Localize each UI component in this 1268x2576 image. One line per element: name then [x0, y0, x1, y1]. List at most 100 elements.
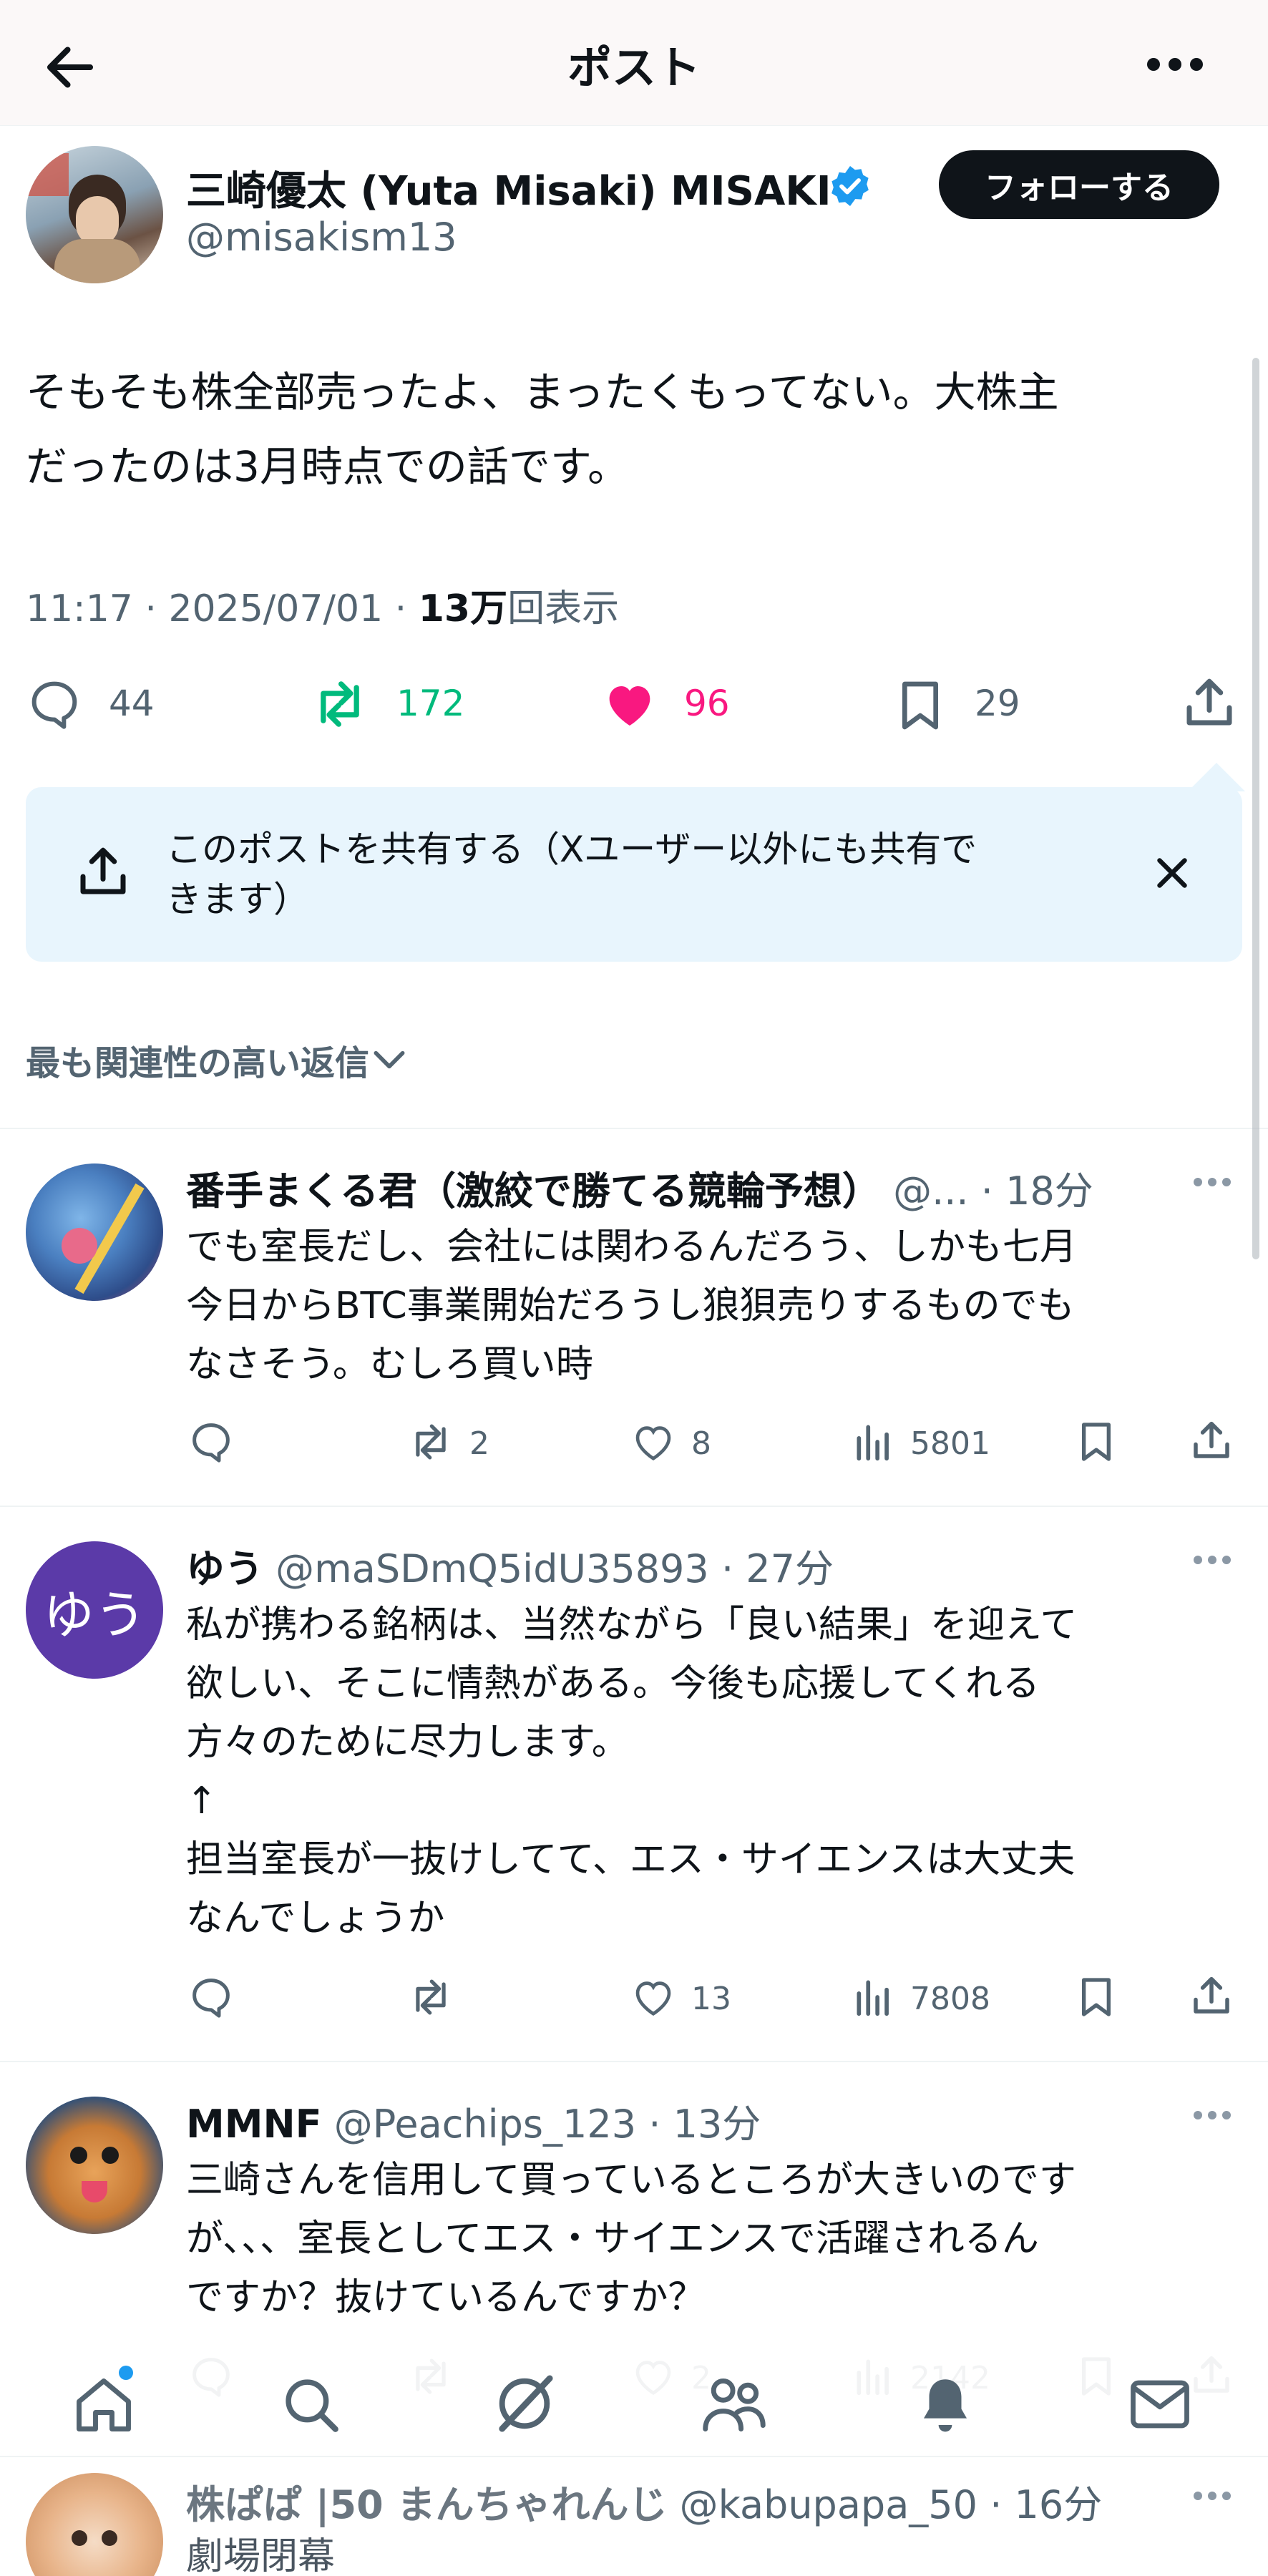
repost-count: 172: [396, 683, 465, 724]
share-prompt: このポストを共有する（Xユーザー以外にも共有で きます）: [26, 787, 1242, 962]
reply-view-count: 5801: [910, 1425, 990, 1462]
reply-text-line: が、、、室長としてエス・サイエンスで活躍されるん: [186, 2218, 1039, 2260]
reply-header: 株ぱぱ |50 まんちゃれんじ @kabupapa_50 · 16分: [186, 2473, 1102, 2529]
reply-avatar[interactable]: [26, 2473, 163, 2576]
notification-dot: [119, 2366, 133, 2380]
post-timestamp[interactable]: 11:17 · 2025/07/01 ·: [26, 587, 406, 630]
bookmark-icon[interactable]: [892, 675, 949, 736]
reply-sort-label: 最も関連性の高い返信: [26, 1043, 370, 1083]
post-meta: 11:17 · 2025/07/01 · 13万回表示: [26, 578, 619, 632]
divider: [0, 1506, 1268, 1507]
reply-author-handle[interactable]: @Peachips_123: [334, 2102, 636, 2147]
reply-author-name[interactable]: 番手まくる君（激絞で勝てる競輪予想）: [186, 1169, 881, 1214]
share-icon[interactable]: [1179, 673, 1239, 733]
reply-text-line: 劇場閉幕: [186, 2535, 336, 2576]
reply-time[interactable]: · 18分: [981, 1169, 1093, 1214]
share-prompt-line: きます）: [166, 879, 309, 920]
repost-icon[interactable]: [309, 675, 371, 733]
author-name[interactable]: 三崎優太 (Yuta Misaki) MISAKI: [186, 159, 831, 217]
verified-badge-icon: [827, 163, 873, 209]
bookmark-icon[interactable]: [1073, 1418, 1119, 1465]
reply-header: ゆう @maSDmQ5idU35893 · 27分: [186, 1537, 834, 1594]
reply-more-icon[interactable]: [1191, 1546, 1234, 1574]
analytics-icon[interactable]: [852, 1420, 896, 1464]
reply-text-line: 私が携わる銘柄は、当然ながら「良い結果」を迎えて: [186, 1604, 1078, 1646]
reply-text-line: 方々のために尽力します。: [186, 1721, 629, 1764]
repost-icon[interactable]: [405, 1420, 457, 1464]
divider: [0, 2456, 1268, 2457]
analytics-icon[interactable]: [852, 1975, 896, 2019]
reply-author-name[interactable]: 株ぱぱ |50 まんちゃれんじ: [186, 2482, 667, 2527]
page-title: ポスト: [567, 42, 701, 94]
divider: [0, 1128, 1268, 1129]
reply-text: でも室長だし、会社には関わるんだろう、しかも七月 今日からBTC事業開始だろうし…: [186, 1218, 1231, 1394]
top-bar: ポスト: [0, 0, 1268, 126]
reply-text-line: なさそう。むしろ買い時: [186, 1343, 593, 1386]
heart-icon[interactable]: [630, 1975, 677, 2019]
chevron-down-icon: [374, 1050, 405, 1069]
reply-avatar[interactable]: ゆう: [26, 1541, 163, 1679]
follow-button[interactable]: フォローする: [939, 150, 1219, 219]
reply-text-line: 欲しい、そこに情熱がある。今後も応援してくれる: [186, 1662, 1040, 1705]
share-icon[interactable]: [1188, 1972, 1235, 2019]
notifications-bell-icon[interactable]: [913, 2370, 977, 2437]
reply-text: 劇場閉幕: [186, 2527, 1231, 2576]
reply-text-line: なんでしょうか: [186, 1897, 445, 1940]
reply-more-icon[interactable]: [1191, 2101, 1234, 2129]
reply-author-handle[interactable]: @kabupapa_50: [680, 2482, 977, 2527]
reply-icon[interactable]: [187, 1418, 235, 1465]
reply-author-handle[interactable]: @maSDmQ5idU35893: [275, 1546, 709, 1591]
share-prompt-text[interactable]: このポストを共有する（Xユーザー以外にも共有で きます）: [166, 824, 977, 924]
reply-icon[interactable]: [26, 675, 83, 733]
reply-view-count: 7808: [910, 1981, 990, 2017]
messages-icon[interactable]: [1128, 2376, 1192, 2433]
view-count: 13万: [418, 587, 508, 630]
like-count: 96: [684, 683, 730, 724]
reply-text-line: ↑: [186, 1780, 218, 1823]
reply-header: 番手まくる君（激絞で勝てる競輪予想） @... · 18分: [186, 1159, 1202, 1216]
reply-text-line: 三崎さんを信用して買っているところが大きいのです: [186, 2159, 1076, 2202]
divider: [0, 2061, 1268, 2062]
author-avatar[interactable]: [26, 146, 163, 283]
author-handle[interactable]: @misakism13: [186, 215, 457, 260]
reply-text-line: ですか？抜けているんですか？: [186, 2276, 706, 2319]
reply-time[interactable]: · 27分: [721, 1546, 834, 1591]
more-options-icon[interactable]: [1145, 43, 1205, 86]
search-icon[interactable]: [279, 2373, 343, 2437]
reply-time[interactable]: · 16分: [990, 2482, 1102, 2527]
post-text-line: だったのは3月時点での話です。: [26, 442, 630, 491]
communities-icon[interactable]: [698, 2371, 770, 2437]
reply-avatar[interactable]: [26, 2097, 163, 2234]
scrollbar[interactable]: [1252, 358, 1259, 1259]
view-label: 回表示: [507, 587, 620, 630]
reply-avatar[interactable]: [26, 1163, 163, 1301]
repost-icon[interactable]: [405, 1975, 457, 2019]
heart-icon[interactable]: [630, 1420, 677, 1464]
reply-time[interactable]: · 13分: [648, 2102, 761, 2147]
bookmark-count: 29: [975, 683, 1020, 724]
reply-text-line: でも室長だし、会社には関わるんだろう、しかも七月: [186, 1226, 1077, 1269]
reply-author-name[interactable]: MMNF: [186, 2102, 322, 2147]
reply-header: MMNF @Peachips_123 · 13分: [186, 2092, 761, 2149]
bottom-nav: [0, 2334, 1268, 2456]
reply-author-handle[interactable]: @...: [893, 1169, 969, 1214]
reply-more-icon[interactable]: [1191, 1168, 1234, 1196]
reply-author-name[interactable]: ゆう: [186, 1546, 263, 1591]
reply-count: 44: [109, 683, 155, 724]
share-icon[interactable]: [1188, 1417, 1235, 1464]
reply-text: 三崎さんを信用して買っているところが大きいのです が、、、室長としてエス・サイエ…: [186, 2151, 1231, 2327]
bookmark-icon[interactable]: [1073, 1974, 1119, 2021]
reply-like-count: 8: [691, 1425, 711, 1462]
post-text: そもそも株全部売ったよ、まったくもってない。大株主 だったのは3月時点での話です…: [26, 355, 1242, 504]
reply-like-count: 13: [691, 1981, 731, 2017]
reply-icon[interactable]: [187, 1974, 235, 2021]
home-icon[interactable]: [69, 2366, 139, 2437]
post-text-line: そもそも株全部売ったよ、まったくもってない。大株主: [26, 368, 1059, 416]
heart-filled-icon[interactable]: [600, 675, 660, 733]
share-icon: [73, 841, 133, 902]
reply-sort-selector[interactable]: 最も関連性の高い返信: [26, 1035, 409, 1085]
reply-more-icon[interactable]: [1191, 2482, 1234, 2510]
close-icon[interactable]: [1151, 852, 1194, 894]
grok-icon[interactable]: [491, 2370, 558, 2437]
reply-text-line: 今日からBTC事業開始だろうし狼狽売りするものでも: [186, 1284, 1075, 1327]
